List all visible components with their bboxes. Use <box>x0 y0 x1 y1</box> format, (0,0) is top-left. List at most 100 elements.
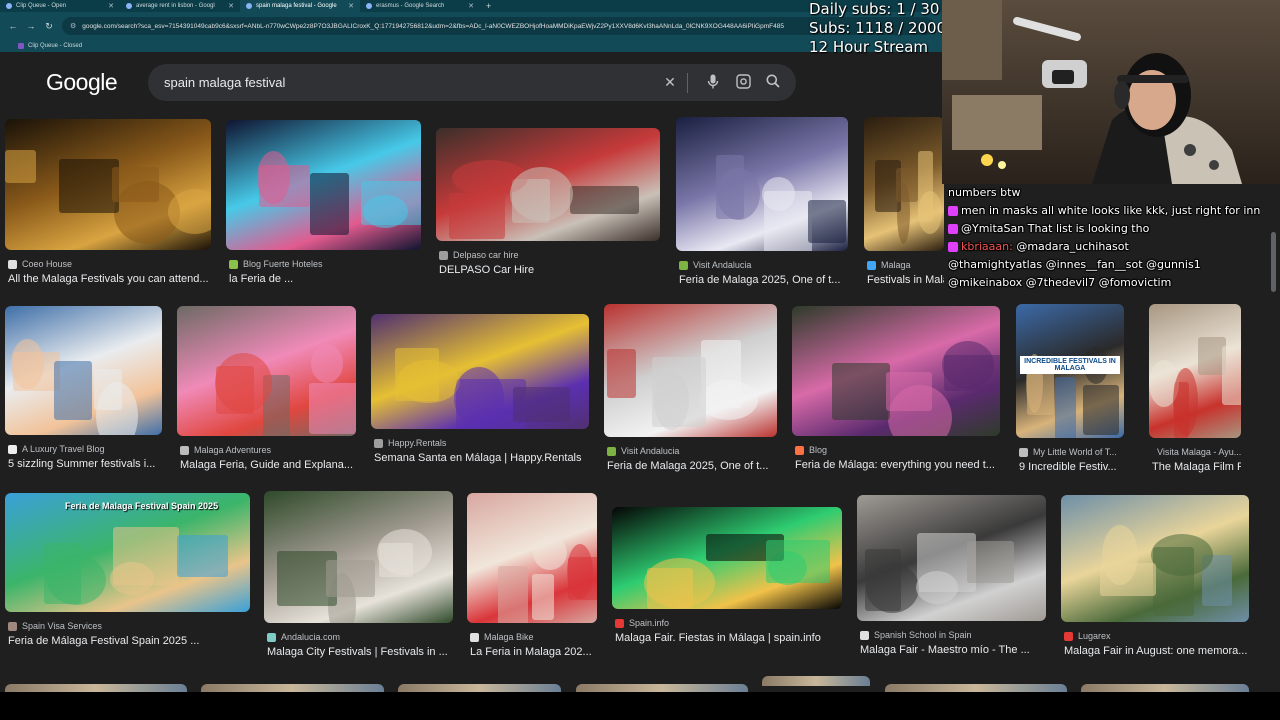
image-result-tile[interactable]: Delpaso car hire DELPASO Car Hire <box>436 128 660 283</box>
result-title[interactable]: Malaga Feria, Guide and Explana... <box>180 459 356 471</box>
result-title[interactable]: 5 sizzling Summer festivals i... <box>8 458 162 470</box>
result-thumbnail[interactable] <box>264 491 453 623</box>
result-title[interactable]: Malaga City Festivals | Festivals in ... <box>267 646 453 658</box>
result-thumbnail[interactable] <box>5 684 187 692</box>
forward-icon[interactable]: → <box>26 21 36 31</box>
url-input[interactable]: ⚙ google.com/search?sca_esv=7154391049cab… <box>62 17 934 35</box>
image-result-tile[interactable]: INCREDIBLE FESTIVALS IN MALAGA My Little … <box>1016 304 1124 480</box>
image-result-tile[interactable]: Andalucia.com Malaga City Festivals | Fes… <box>264 491 453 665</box>
result-thumbnail[interactable] <box>762 676 870 686</box>
tab-erasmus[interactable]: erasmus - Google Search ✕ <box>360 0 480 12</box>
search-box[interactable]: spain malaga festival ✕ <box>148 64 796 101</box>
result-title[interactable]: Feria de Málaga: everything you need t..… <box>795 459 1000 471</box>
result-thumbnail[interactable] <box>1061 495 1249 622</box>
result-thumbnail[interactable] <box>1081 684 1249 692</box>
result-source[interactable]: Spain Visa Services <box>8 621 102 631</box>
image-result-tile[interactable]: A Luxury Travel Blog 5 sizzling Summer fe… <box>5 306 162 477</box>
image-result-tile[interactable]: Lugarex Malaga Fair in August: one memora… <box>1061 495 1249 664</box>
image-result-tile[interactable]: Feria de Malaga Festival Spain 2025 Spain… <box>5 493 250 654</box>
result-title[interactable]: Malaga Fair. Fiestas in Málaga | spain.i… <box>615 632 842 644</box>
close-icon[interactable]: ✕ <box>228 2 234 10</box>
close-icon[interactable]: ✕ <box>468 2 474 10</box>
image-result-tile[interactable]: Malaga Bike La Feria in Malaga 202... <box>467 493 597 665</box>
result-thumbnail[interactable] <box>436 128 660 241</box>
result-title[interactable]: Semana Santa en Málaga | Happy.Rentals <box>374 452 589 464</box>
google-logo[interactable]: Google <box>46 69 118 96</box>
scrollbar[interactable] <box>1271 232 1276 292</box>
result-thumbnail[interactable] <box>604 304 777 437</box>
result-thumbnail[interactable] <box>467 493 597 623</box>
result-source[interactable]: Blog <box>795 445 827 455</box>
result-thumbnail[interactable]: INCREDIBLE FESTIVALS IN MALAGA <box>1016 304 1124 438</box>
result-thumbnail[interactable] <box>576 684 748 692</box>
image-result-tile[interactable]: Happy.Rentals Semana Santa en Málaga | Ha… <box>371 314 589 471</box>
result-title[interactable]: Festivals in Malaga: Celebrate the Costa… <box>867 274 944 286</box>
result-source[interactable]: Andalucia.com <box>267 632 340 642</box>
site-info-icon[interactable]: ⚙ <box>70 22 76 30</box>
search-icon[interactable] <box>762 74 784 91</box>
result-thumbnail[interactable] <box>792 306 1000 436</box>
result-source[interactable]: Malaga Bike <box>470 632 534 642</box>
back-icon[interactable]: ← <box>8 21 18 31</box>
result-title[interactable]: la Feria de ... <box>229 273 421 285</box>
result-source[interactable]: Delpaso car hire <box>439 250 519 260</box>
result-thumbnail[interactable] <box>398 684 561 692</box>
result-thumbnail[interactable] <box>201 684 384 692</box>
result-thumbnail[interactable] <box>5 306 162 435</box>
tab-clip-queue[interactable]: Clip Queue - Open ✕ <box>0 0 120 12</box>
result-title[interactable]: All the Malaga Festivals you can attend.… <box>8 273 211 285</box>
mic-icon[interactable] <box>702 74 724 92</box>
result-thumbnail[interactable] <box>1149 304 1241 438</box>
result-title[interactable]: Feria de Malaga 2025, One of t... <box>679 274 848 286</box>
result-thumbnail[interactable] <box>676 117 848 251</box>
result-thumbnail[interactable] <box>226 120 421 250</box>
image-result-tile[interactable]: Blog Feria de Málaga: everything you need… <box>792 306 1000 478</box>
result-source[interactable]: Coeo House <box>8 259 72 269</box>
result-source[interactable]: Visit Andalucia <box>607 446 679 456</box>
search-input[interactable]: spain malaga festival <box>164 75 651 90</box>
result-thumbnail[interactable] <box>371 314 589 429</box>
image-result-tile[interactable]: Coeo House All the Malaga Festivals you c… <box>5 119 211 292</box>
result-thumbnail[interactable] <box>177 306 356 436</box>
result-title[interactable]: Malaga Fair in August: one memora... <box>1064 645 1249 657</box>
result-source[interactable]: Blog Fuerte Hoteles <box>229 259 323 269</box>
lens-icon[interactable] <box>732 73 754 92</box>
bookmark-clip-queue[interactable]: Clip Queue - Closed <box>28 43 82 49</box>
result-title[interactable]: Feria de Málaga Festival Spain 2025 ... <box>8 635 250 647</box>
result-source[interactable]: Malaga <box>867 260 911 270</box>
result-thumbnail[interactable]: Feria de Malaga Festival Spain 2025 <box>5 493 250 612</box>
image-result-tile[interactable]: Visit Andalucia Feria de Malaga 2025, One… <box>604 304 777 479</box>
result-source[interactable]: Spanish School in Spain <box>860 630 972 640</box>
image-result-tile[interactable]: Visit Andalucia Feria de Malaga 2025, One… <box>676 117 848 293</box>
reload-icon[interactable]: ↻ <box>44 21 54 32</box>
tab-spain-malaga[interactable]: spain malaga festival - Google ✕ <box>240 0 360 12</box>
result-source[interactable]: Spain.info <box>615 618 669 628</box>
result-title[interactable]: DELPASO Car Hire <box>439 264 660 276</box>
image-result-tile[interactable]: Spanish School in Spain Malaga Fair - Mae… <box>857 495 1046 663</box>
result-source[interactable]: Lugarex <box>1064 631 1111 641</box>
result-thumbnail[interactable] <box>885 684 1067 692</box>
close-icon[interactable]: ✕ <box>348 2 354 10</box>
tab-rent-lisbon[interactable]: average rent in lisbon - Googl ✕ <box>120 0 240 12</box>
image-result-tile[interactable]: Malaga Adventures Malaga Feria, Guide and… <box>177 306 356 478</box>
image-result-tile[interactable]: Spain.info Malaga Fair. Fiestas in Málaga… <box>612 507 842 651</box>
result-title[interactable]: The Malaga Film F... <box>1152 461 1241 473</box>
close-icon[interactable]: ✕ <box>108 2 114 10</box>
result-thumbnail[interactable] <box>864 117 944 251</box>
result-thumbnail[interactable] <box>612 507 842 609</box>
result-title[interactable]: La Feria in Malaga 202... <box>470 646 597 658</box>
result-title[interactable]: Malaga Fair - Maestro mío - The ... <box>860 644 1046 656</box>
result-title[interactable]: 9 Incredible Festiv... <box>1019 461 1124 473</box>
result-source[interactable]: My Little World of T... <box>1019 447 1117 457</box>
result-source[interactable]: Visit Andalucia <box>679 260 751 270</box>
new-tab-button[interactable]: + <box>480 1 497 11</box>
image-result-tile[interactable]: Blog Fuerte Hoteles la Feria de ... <box>226 120 421 292</box>
result-title[interactable]: Feria de Malaga 2025, One of t... <box>607 460 777 472</box>
result-source[interactable]: Happy.Rentals <box>374 438 446 448</box>
result-source[interactable]: Visita Malaga - Ayu... <box>1152 447 1241 457</box>
result-source[interactable]: Malaga Adventures <box>180 445 271 455</box>
image-result-tile[interactable]: Visita Malaga - Ayu... The Malaga Film F.… <box>1149 304 1241 480</box>
result-source[interactable]: A Luxury Travel Blog <box>8 444 105 454</box>
result-thumbnail[interactable] <box>857 495 1046 621</box>
close-icon[interactable]: ✕ <box>659 74 681 91</box>
